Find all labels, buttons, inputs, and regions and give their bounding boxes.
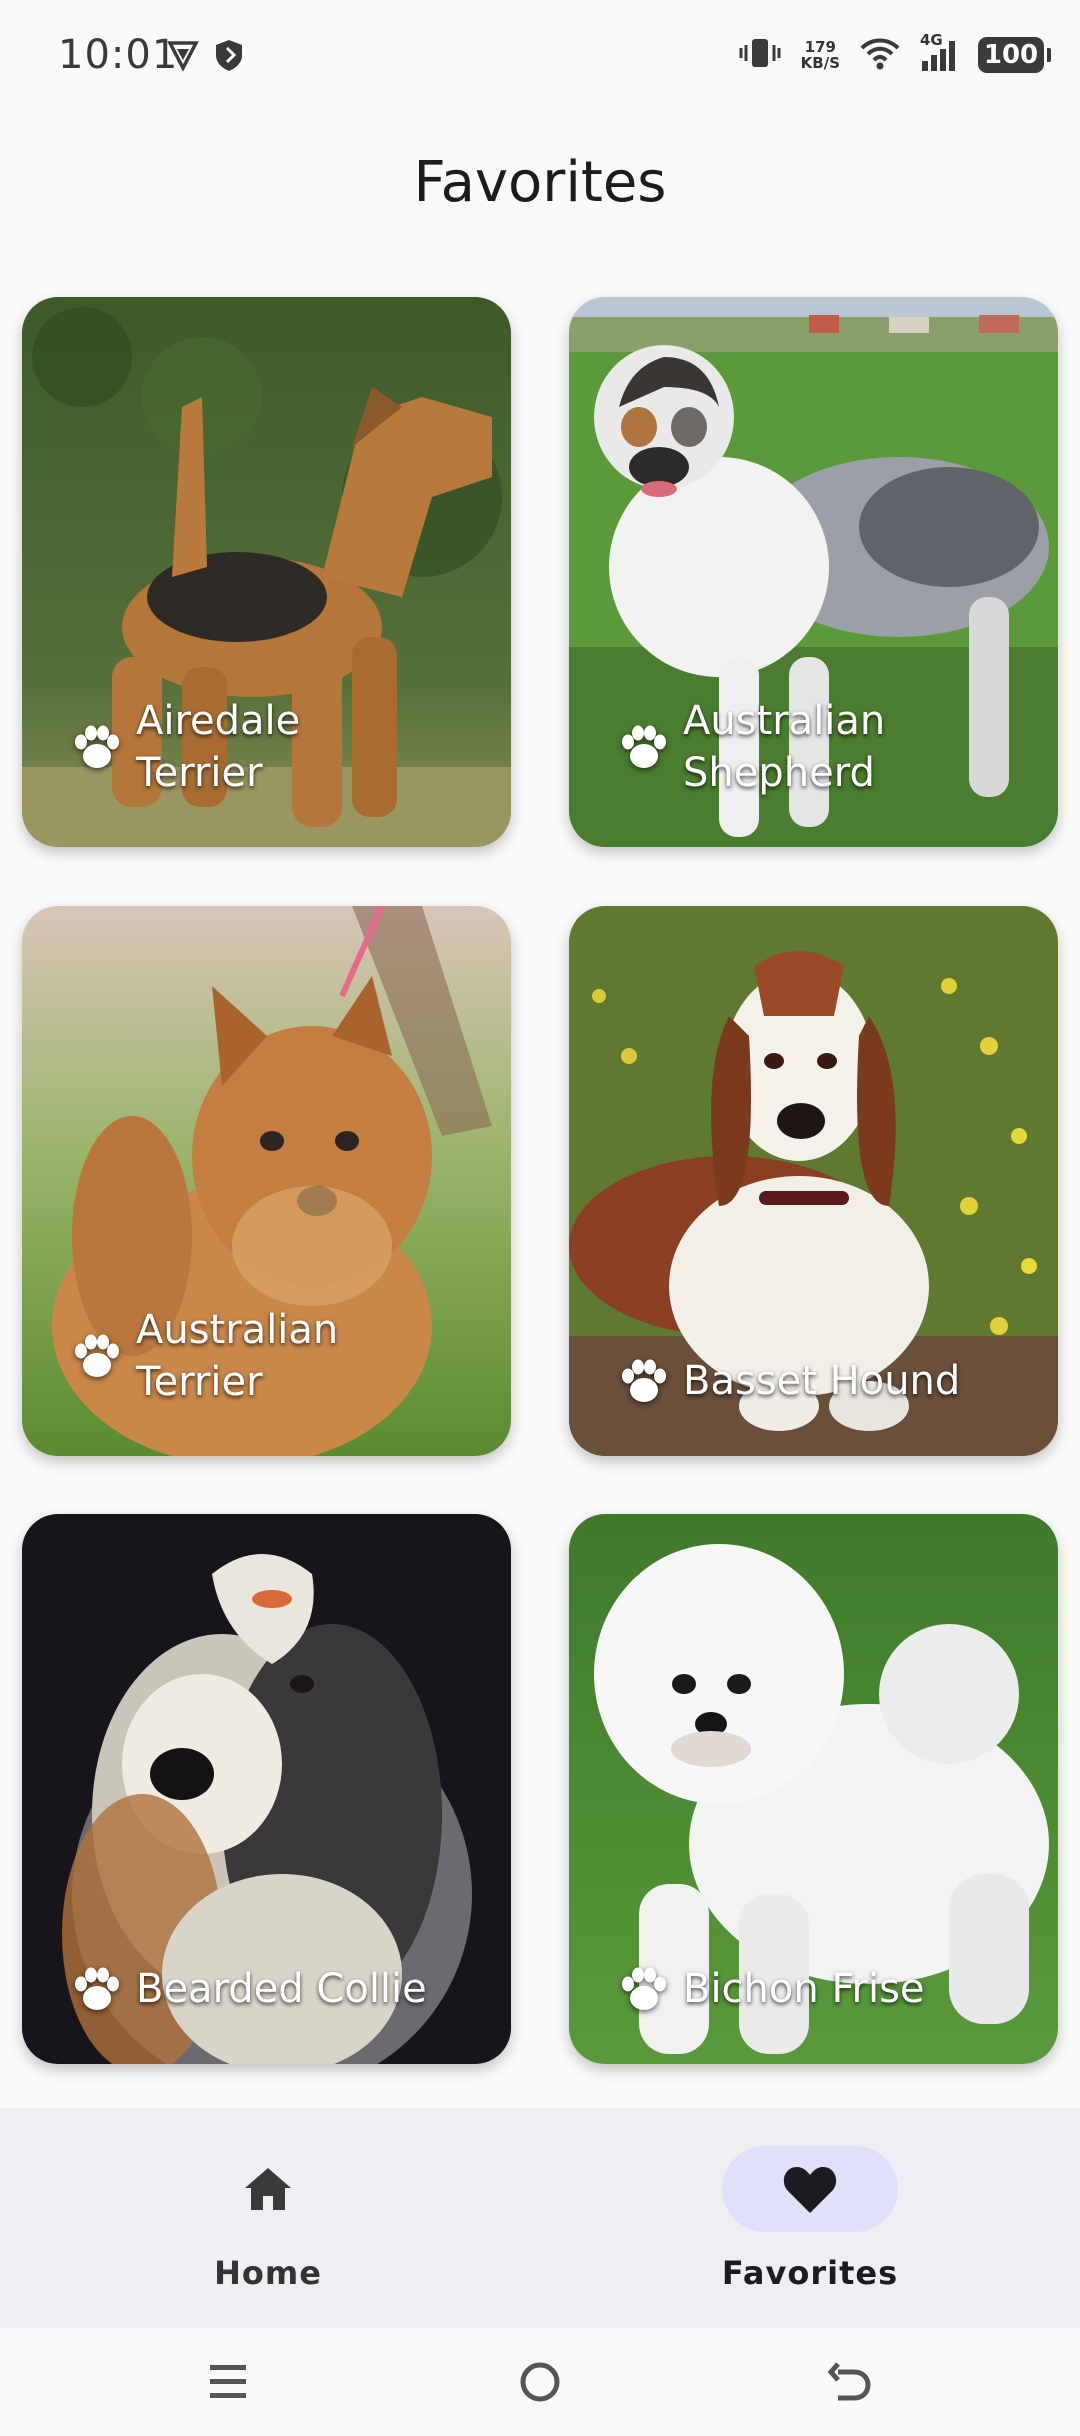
vibrate-icon — [739, 36, 781, 74]
status-bar: 10:01 179 KB/S 4G 100 — [0, 0, 1080, 110]
card-label: Bearded Collie — [70, 1962, 427, 2016]
nav-item-home[interactable]: Home — [88, 2146, 448, 2292]
battery-icon: 100 — [978, 37, 1051, 73]
status-time: 10:01 — [58, 32, 179, 78]
vpn-shield-icon — [166, 38, 200, 76]
status-right-icons: 179 KB/S 4G 100 — [739, 31, 1051, 74]
wifi-icon — [860, 36, 900, 74]
menu-icon — [210, 2365, 246, 2398]
card-label: Basset Hound — [617, 1354, 960, 1408]
paw-icon — [622, 1967, 666, 2010]
home-icon — [245, 2168, 291, 2210]
card-label: Airedale Terrier — [70, 695, 430, 799]
home-button[interactable] — [510, 2356, 570, 2408]
breed-name: Basset Hound — [683, 1358, 961, 1404]
favorite-card-australian-terrier[interactable]: Australian Terrier — [22, 906, 511, 1456]
net-speed-unit: KB/S — [800, 54, 840, 72]
cell-signal-icon: 4G — [920, 31, 958, 73]
nav-item-favorites[interactable]: Favorites — [630, 2146, 990, 2292]
back-button[interactable] — [820, 2356, 880, 2408]
home-circle-icon — [520, 2362, 560, 2402]
net-speed-value: 179 — [804, 38, 836, 56]
favorite-card-airedale-terrier[interactable]: Airedale Terrier — [22, 297, 511, 847]
card-label: Australian Shepherd — [617, 695, 977, 799]
paw-icon — [75, 1967, 119, 2010]
breed-name: Bearded Collie — [136, 1966, 427, 2012]
paw-icon — [75, 725, 119, 768]
page-title: Favorites — [413, 150, 667, 215]
favorite-card-basset-hound[interactable]: Basset Hound — [569, 906, 1058, 1456]
heart-icon — [783, 2167, 837, 2213]
menu-button[interactable] — [198, 2356, 258, 2408]
nav-label-favorites: Favorites — [721, 2254, 899, 2292]
favorites-screen: 10:01 179 KB/S 4G 100 Favorites Airedale… — [0, 0, 1080, 2436]
nav-label-home: Home — [214, 2254, 322, 2292]
bottom-navigation: Home Favorites — [0, 2108, 1080, 2328]
breed-name: Australian Shepherd — [683, 698, 886, 796]
net-speed: 179 KB/S — [801, 39, 840, 71]
card-label: Bichon Frise — [617, 1962, 925, 2016]
status-left-icons — [166, 38, 244, 76]
breed-name: Australian Terrier — [136, 1307, 339, 1405]
breed-name: Airedale Terrier — [136, 698, 301, 796]
paw-icon — [622, 725, 666, 768]
back-icon — [828, 2362, 871, 2401]
card-label: Australian Terrier — [70, 1304, 430, 1408]
security-shield-icon — [214, 38, 244, 76]
breed-name: Bichon Frise — [683, 1966, 925, 2012]
favorite-card-bichon-frise[interactable]: Bichon Frise — [569, 1514, 1058, 2064]
favorite-card-bearded-collie[interactable]: Bearded Collie — [22, 1514, 511, 2064]
nav-pill-active — [722, 2146, 898, 2232]
nav-pill — [180, 2146, 356, 2232]
favorite-card-australian-shepherd[interactable]: Australian Shepherd — [569, 297, 1058, 847]
system-navigation-bar — [0, 2328, 1080, 2436]
paw-icon — [75, 1334, 119, 1377]
paw-icon — [622, 1359, 666, 1402]
